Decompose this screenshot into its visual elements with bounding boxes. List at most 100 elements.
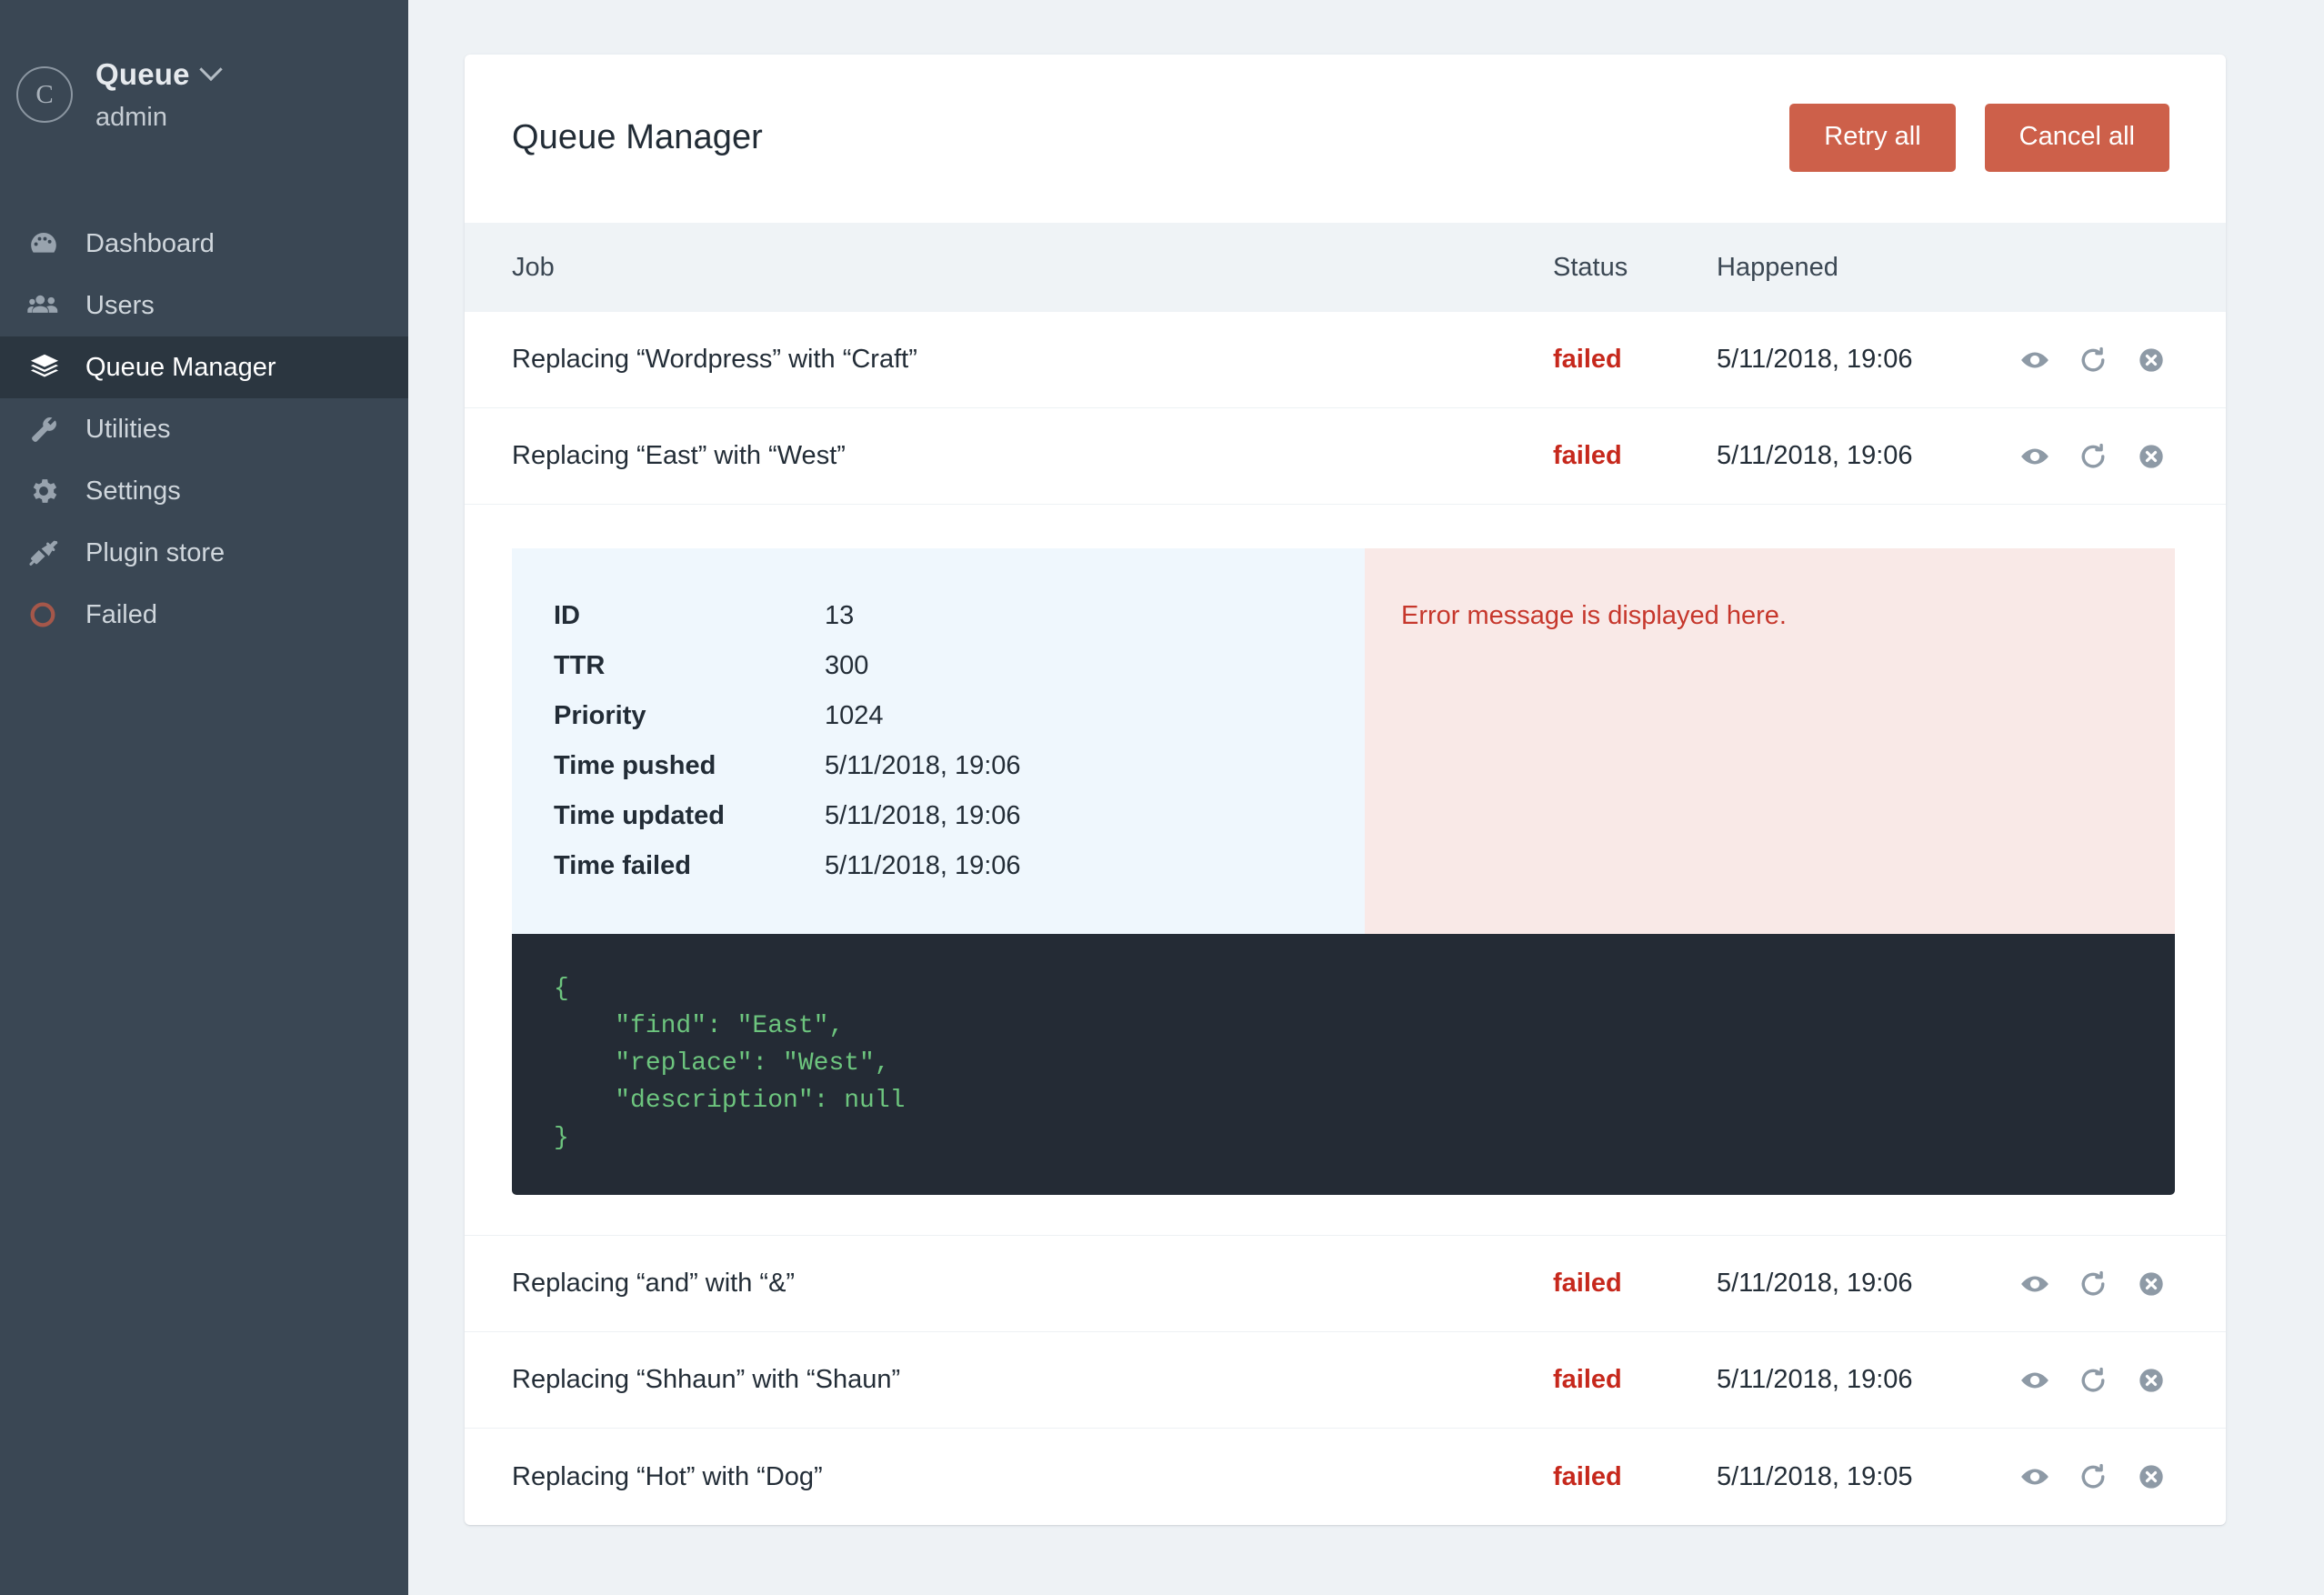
cancel-circle-icon[interactable] (2133, 342, 2169, 378)
sidebar-item-label: Utilities (85, 414, 171, 444)
avatar: C (16, 66, 73, 123)
sidebar-item-label: Settings (85, 476, 181, 506)
sidebar-item-label: Plugin store (85, 537, 225, 567)
status-badge: failed (1553, 345, 1622, 374)
detail-field-value: 1024 (825, 701, 884, 730)
eye-icon[interactable] (2017, 1362, 2053, 1399)
detail-field-key: ID (554, 601, 580, 630)
detail-field-value: 5/11/2018, 19:06 (825, 851, 1021, 880)
row-happened: 5/11/2018, 19:06 (1717, 441, 1913, 470)
row-job: Replacing “East” with “West” (512, 441, 846, 470)
wrench-icon (27, 413, 76, 446)
cancel-all-button[interactable]: Cancel all (1984, 104, 2169, 172)
eye-icon[interactable] (2017, 1266, 2053, 1302)
cancel-circle-icon[interactable] (2133, 1266, 2169, 1302)
retry-icon[interactable] (2075, 1362, 2111, 1399)
cancel-circle-icon[interactable] (2133, 1362, 2169, 1399)
user-name-row[interactable]: Queue (95, 56, 223, 92)
table-header: Job Status Happened (465, 223, 2226, 312)
eye-icon[interactable] (2017, 342, 2053, 378)
status-badge: failed (1553, 1269, 1622, 1298)
detail-field: Time failed 5/11/2018, 19:06 (554, 851, 1365, 881)
sidebar-item-label: Queue Manager (85, 352, 276, 382)
row-happened: 5/11/2018, 19:06 (1717, 345, 1913, 374)
job-detail-inner: ID 13 TTR 300 Priority 1024 Time pushed … (465, 505, 2226, 1235)
sidebar-item-settings[interactable]: Settings (0, 460, 408, 522)
row-happened: 5/11/2018, 19:06 (1717, 1365, 1913, 1394)
cancel-circle-icon[interactable] (2133, 438, 2169, 475)
table-row[interactable]: Replacing “Hot” with “Dog” failed 5/11/2… (465, 1429, 2226, 1525)
detail-field-key: Time updated (554, 801, 725, 830)
chevron-down-icon[interactable] (198, 57, 223, 81)
detail-field-key: Time failed (554, 851, 691, 880)
sidebar: C Queue admin Dashboard Users Queue Mana… (0, 0, 408, 1595)
sidebar-item-failed[interactable]: Failed (0, 584, 408, 646)
user-block[interactable]: C Queue admin (0, 27, 408, 136)
sidebar-item-utilities[interactable]: Utilities (0, 398, 408, 460)
sidebar-item-label: Users (85, 290, 155, 320)
detail-field-key: Time pushed (554, 751, 716, 780)
avatar-initial: C (35, 79, 54, 109)
job-detail-split: ID 13 TTR 300 Priority 1024 Time pushed … (512, 548, 2175, 934)
detail-field-value: 300 (825, 651, 869, 680)
retry-icon[interactable] (2075, 342, 2111, 378)
sidebar-item-dashboard[interactable]: Dashboard (0, 213, 408, 275)
job-detail-panel: ID 13 TTR 300 Priority 1024 Time pushed … (465, 505, 2226, 1236)
status-badge: failed (1553, 1365, 1622, 1394)
eye-icon[interactable] (2017, 438, 2053, 475)
status-badge: failed (1553, 441, 1622, 470)
cancel-circle-icon[interactable] (2133, 1459, 2169, 1495)
detail-field-value: 13 (825, 601, 855, 630)
sidebar-nav: Dashboard Users Queue Manager Utilities … (0, 213, 408, 646)
queue-manager-card: Queue Manager Retry all Cancel all Job S… (465, 55, 2226, 1525)
row-job: Replacing “Hot” with “Dog” (512, 1461, 823, 1491)
main-content: Queue Manager Retry all Cancel all Job S… (408, 0, 2324, 1595)
row-job: Replacing “Shhaun” with “Shaun” (512, 1365, 901, 1394)
circle-error-icon (27, 599, 76, 630)
job-detail-fields: ID 13 TTR 300 Priority 1024 Time pushed … (512, 548, 1365, 934)
status-badge: failed (1553, 1461, 1622, 1491)
gear-icon (27, 475, 76, 507)
plug-icon (27, 537, 76, 569)
header-actions: Retry all Cancel all (1789, 104, 2169, 172)
sidebar-item-users[interactable]: Users (0, 275, 408, 336)
row-job: Replacing “Wordpress” with “Craft” (512, 345, 917, 374)
detail-field-value: 5/11/2018, 19:06 (825, 751, 1021, 780)
row-actions (2017, 1362, 2169, 1399)
user-name: Queue (95, 56, 190, 91)
retry-icon[interactable] (2075, 438, 2111, 475)
detail-field-key: TTR (554, 651, 606, 680)
detail-field: ID 13 (554, 601, 1365, 631)
row-happened: 5/11/2018, 19:05 (1717, 1461, 1913, 1491)
sidebar-item-queue-manager[interactable]: Queue Manager (0, 336, 408, 398)
row-actions (2017, 342, 2169, 378)
users-icon (27, 288, 76, 323)
column-header-job: Job (512, 252, 555, 282)
page-title: Queue Manager (512, 118, 763, 156)
sidebar-item-label: Failed (85, 599, 157, 629)
layers-icon (27, 350, 76, 385)
table-row[interactable]: Replacing “East” with “West” failed 5/11… (465, 408, 2226, 505)
error-message: Error message is displayed here. (1401, 601, 1787, 630)
detail-field: Time updated 5/11/2018, 19:06 (554, 801, 1365, 831)
table-row[interactable]: Replacing “Wordpress” with “Craft” faile… (465, 312, 2226, 408)
row-job: Replacing “and” with “&” (512, 1269, 796, 1298)
table-row[interactable]: Replacing “and” with “&” failed 5/11/201… (465, 1236, 2226, 1332)
sidebar-item-label: Dashboard (85, 228, 215, 258)
retry-icon[interactable] (2075, 1459, 2111, 1495)
detail-field: TTR 300 (554, 651, 1365, 681)
column-header-happened: Happened (1717, 252, 1838, 282)
retry-icon[interactable] (2075, 1266, 2111, 1302)
row-happened: 5/11/2018, 19:06 (1717, 1269, 1913, 1298)
table-row[interactable]: Replacing “Shhaun” with “Shaun” failed 5… (465, 1332, 2226, 1429)
column-header-status: Status (1553, 252, 1628, 282)
detail-field-value: 5/11/2018, 19:06 (825, 801, 1021, 830)
user-meta: Queue admin (95, 56, 223, 133)
gauge-icon (27, 227, 76, 260)
sidebar-item-plugin-store[interactable]: Plugin store (0, 522, 408, 584)
app-root: C Queue admin Dashboard Users Queue Mana… (0, 0, 2324, 1595)
detail-field: Time pushed 5/11/2018, 19:06 (554, 751, 1365, 781)
eye-icon[interactable] (2017, 1459, 2053, 1495)
row-actions (2017, 1266, 2169, 1302)
retry-all-button[interactable]: Retry all (1789, 104, 1956, 172)
